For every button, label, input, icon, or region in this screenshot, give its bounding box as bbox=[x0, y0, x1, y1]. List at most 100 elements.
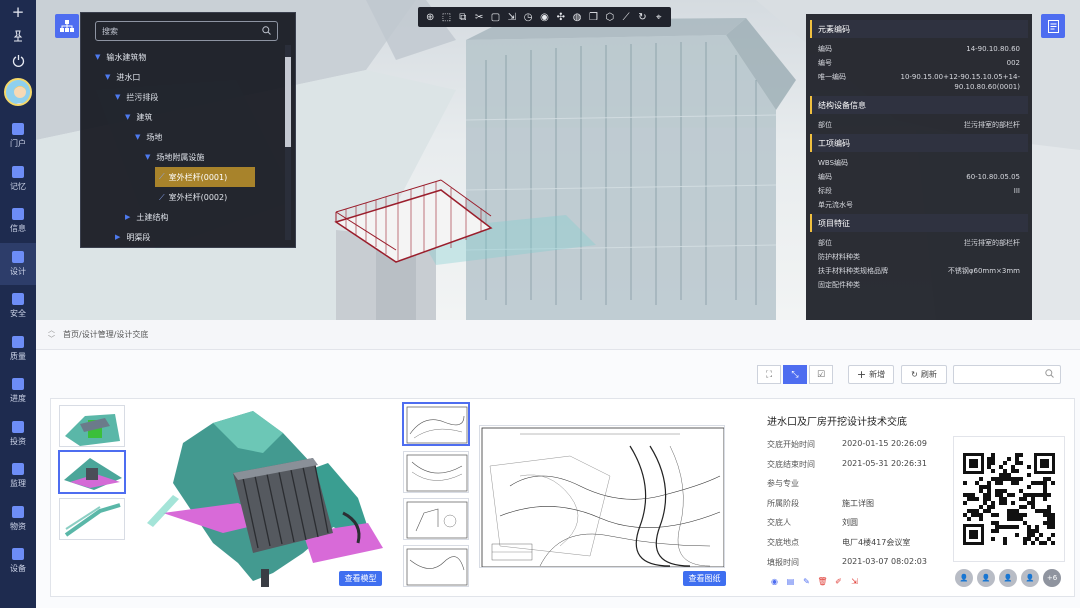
tree-node[interactable]: ▶ 明渠段 bbox=[95, 227, 285, 247]
sidebar-item[interactable]: 设计 bbox=[0, 242, 36, 285]
cut-icon[interactable]: ✂ bbox=[474, 12, 485, 23]
pin-icon[interactable] bbox=[0, 24, 36, 48]
property-section-header[interactable]: 结构设备信息 bbox=[810, 96, 1028, 114]
model-thumbnail[interactable] bbox=[59, 405, 125, 447]
sidebar-item[interactable]: 门户 bbox=[0, 115, 36, 158]
clock-icon[interactable]: ◷ bbox=[523, 12, 534, 23]
component-icon: ⟋ bbox=[159, 192, 165, 202]
tree-search-input[interactable]: 搜索 bbox=[95, 21, 278, 41]
tree-node[interactable]: ⟋ 室外栏杆(0001) bbox=[95, 167, 285, 187]
model-preview[interactable] bbox=[143, 403, 393, 591]
sidebar-item[interactable]: 设备 bbox=[0, 540, 36, 583]
participant-avatar[interactable]: 👤 bbox=[999, 569, 1017, 587]
select-icon[interactable]: ⬚ bbox=[441, 12, 452, 23]
tree-scrollbar[interactable] bbox=[285, 45, 291, 240]
property-row: 扶手材料种类规格品牌 不锈钢φ60mm×3mm bbox=[810, 264, 1028, 278]
add-button[interactable]: + 新增 bbox=[848, 365, 894, 384]
caret-down-icon[interactable]: ▼ bbox=[145, 153, 150, 161]
power-icon[interactable] bbox=[0, 48, 36, 72]
layers-icon[interactable]: ❒ bbox=[588, 12, 599, 23]
view-model-button[interactable]: 查看模型 bbox=[339, 571, 382, 586]
frame-icon[interactable]: ⧉ bbox=[457, 12, 468, 23]
eye-icon[interactable]: ◉ bbox=[539, 12, 550, 23]
measure-icon[interactable]: ⟋ bbox=[621, 12, 632, 23]
model-viewer[interactable]: 搜索 ▼ 输水建筑物 ▼ 进水口 ▼ 拦污排段 ▼ 建筑 ▼ 场地 ▼ 场地附属设施 ⟋ 室外栏杆(000… bbox=[36, 0, 1080, 320]
property-section-header[interactable]: 项目特征 bbox=[810, 214, 1028, 232]
box-icon[interactable]: ▢ bbox=[490, 12, 501, 23]
sidebar-item[interactable]: 质量 bbox=[0, 328, 36, 371]
search-icon[interactable] bbox=[262, 25, 271, 37]
view-drawing-button[interactable]: 查看图纸 bbox=[683, 571, 726, 586]
drawing-thumbnail[interactable] bbox=[403, 403, 469, 445]
caret-down-icon[interactable]: ▼ bbox=[115, 93, 120, 101]
sidebar-item[interactable]: 安全 bbox=[0, 285, 36, 328]
record-field-key: 所属阶段 bbox=[767, 498, 799, 508]
tree-node[interactable]: ▼ 进水口 bbox=[95, 67, 285, 87]
doc-edit-icon[interactable]: ✐ bbox=[833, 576, 844, 587]
refresh-button[interactable]: ↻ 刷新 bbox=[901, 365, 947, 384]
sidebar-item[interactable]: 进度 bbox=[0, 370, 36, 413]
sidebar-item-label: 门户 bbox=[10, 139, 26, 149]
sidebar-item[interactable]: 监理 bbox=[0, 455, 36, 498]
more-participants-badge[interactable]: +6 bbox=[1043, 569, 1061, 587]
property-section-header[interactable]: 元素编码 bbox=[810, 20, 1028, 38]
properties-panel: 元素编码 编码 14-90.10.80.60 编号 002 唯一编码 10-90.15.00… bbox=[806, 14, 1032, 320]
caret-down-icon[interactable]: ▼ bbox=[125, 113, 130, 121]
tree-node[interactable]: ▶ 土建结构 bbox=[95, 207, 285, 227]
participant-avatar[interactable]: 👤 bbox=[977, 569, 995, 587]
sidebar-item[interactable]: 物资 bbox=[0, 498, 36, 541]
export-icon[interactable]: ⇲ bbox=[849, 576, 860, 587]
drawing-thumbnail[interactable] bbox=[403, 498, 469, 540]
edit-icon[interactable]: ✎ bbox=[801, 576, 812, 587]
list-search-input[interactable] bbox=[953, 365, 1061, 384]
drawing-thumbnail[interactable] bbox=[403, 451, 469, 493]
export-icon[interactable]: ⇲ bbox=[506, 12, 517, 23]
property-row: 部位 拦污排室的部栏杆 bbox=[810, 236, 1028, 250]
cube-icon[interactable]: ⬡ bbox=[604, 12, 615, 23]
property-key: 编码 bbox=[818, 173, 832, 181]
tree-node[interactable]: ▼ 建筑 bbox=[95, 107, 285, 127]
sidebar-item[interactable]: 记忆 bbox=[0, 158, 36, 201]
caret-down-icon[interactable]: ▼ bbox=[105, 73, 110, 81]
tree-node[interactable]: ▼ 场地 bbox=[95, 127, 285, 147]
record-field-key: 交底人 bbox=[767, 518, 791, 528]
caret-right-icon[interactable]: ▶ bbox=[115, 233, 120, 241]
fullscreen-icon[interactable]: ⛶ bbox=[757, 365, 781, 384]
explode-icon[interactable]: ✣ bbox=[555, 12, 566, 23]
property-section-header[interactable]: 工项编码 bbox=[810, 134, 1028, 152]
participant-avatar[interactable]: 👤 bbox=[955, 569, 973, 587]
drawing-thumbnail[interactable] bbox=[403, 545, 469, 587]
property-key: 编码 bbox=[818, 45, 832, 53]
caret-down-icon[interactable]: ▼ bbox=[135, 133, 140, 141]
model-thumbnail[interactable] bbox=[59, 451, 125, 493]
crosshair-icon[interactable]: ⊕ bbox=[425, 12, 436, 23]
eye-icon[interactable]: ◉ bbox=[769, 576, 780, 587]
doc-icon[interactable]: ▤ bbox=[785, 576, 796, 587]
collapse-toggle[interactable]: ︿ ﹀ bbox=[48, 326, 55, 344]
tree-node[interactable]: ▼ 场地附属设施 bbox=[95, 147, 285, 167]
tree-node[interactable]: ▼ 拦污排段 bbox=[95, 87, 285, 107]
properties-toggle-button[interactable] bbox=[1041, 14, 1065, 38]
tree-node[interactable]: ⟋ 室外栏杆(0002) bbox=[95, 187, 285, 207]
avatar[interactable] bbox=[4, 78, 32, 106]
delete-icon[interactable]: 🗑 bbox=[817, 576, 828, 587]
globe-icon[interactable]: ◍ bbox=[572, 12, 583, 23]
participant-avatar[interactable]: 👤 bbox=[1021, 569, 1039, 587]
model-thumbnail[interactable] bbox=[59, 498, 125, 540]
caret-right-icon[interactable]: ▶ bbox=[125, 213, 130, 221]
drawing-preview[interactable] bbox=[479, 425, 725, 568]
plus-icon[interactable]: + bbox=[0, 0, 36, 24]
rotate-icon[interactable]: ↻ bbox=[637, 12, 648, 23]
location-icon[interactable]: ⌖ bbox=[653, 12, 664, 23]
left-sidebar: + 门户记忆 信息 设计 安全 质量 进度 投资 监理 物资 设备 bbox=[0, 0, 36, 608]
check-icon[interactable]: ☑ bbox=[809, 365, 833, 384]
sidebar-item[interactable]: 信息 bbox=[0, 200, 36, 243]
search-icon[interactable] bbox=[1045, 368, 1054, 381]
tree-node[interactable]: ▼ 输水建筑物 bbox=[95, 47, 285, 67]
tree-node-label: 场地 bbox=[146, 132, 163, 142]
caret-down-icon[interactable]: ▼ bbox=[95, 53, 100, 61]
property-row: 编码 60-10.80.05.05 bbox=[810, 170, 1028, 184]
tree-toggle-button[interactable] bbox=[55, 14, 79, 38]
sidebar-item[interactable]: 投资 bbox=[0, 413, 36, 456]
collapse-icon[interactable]: ⤡ bbox=[783, 365, 807, 384]
